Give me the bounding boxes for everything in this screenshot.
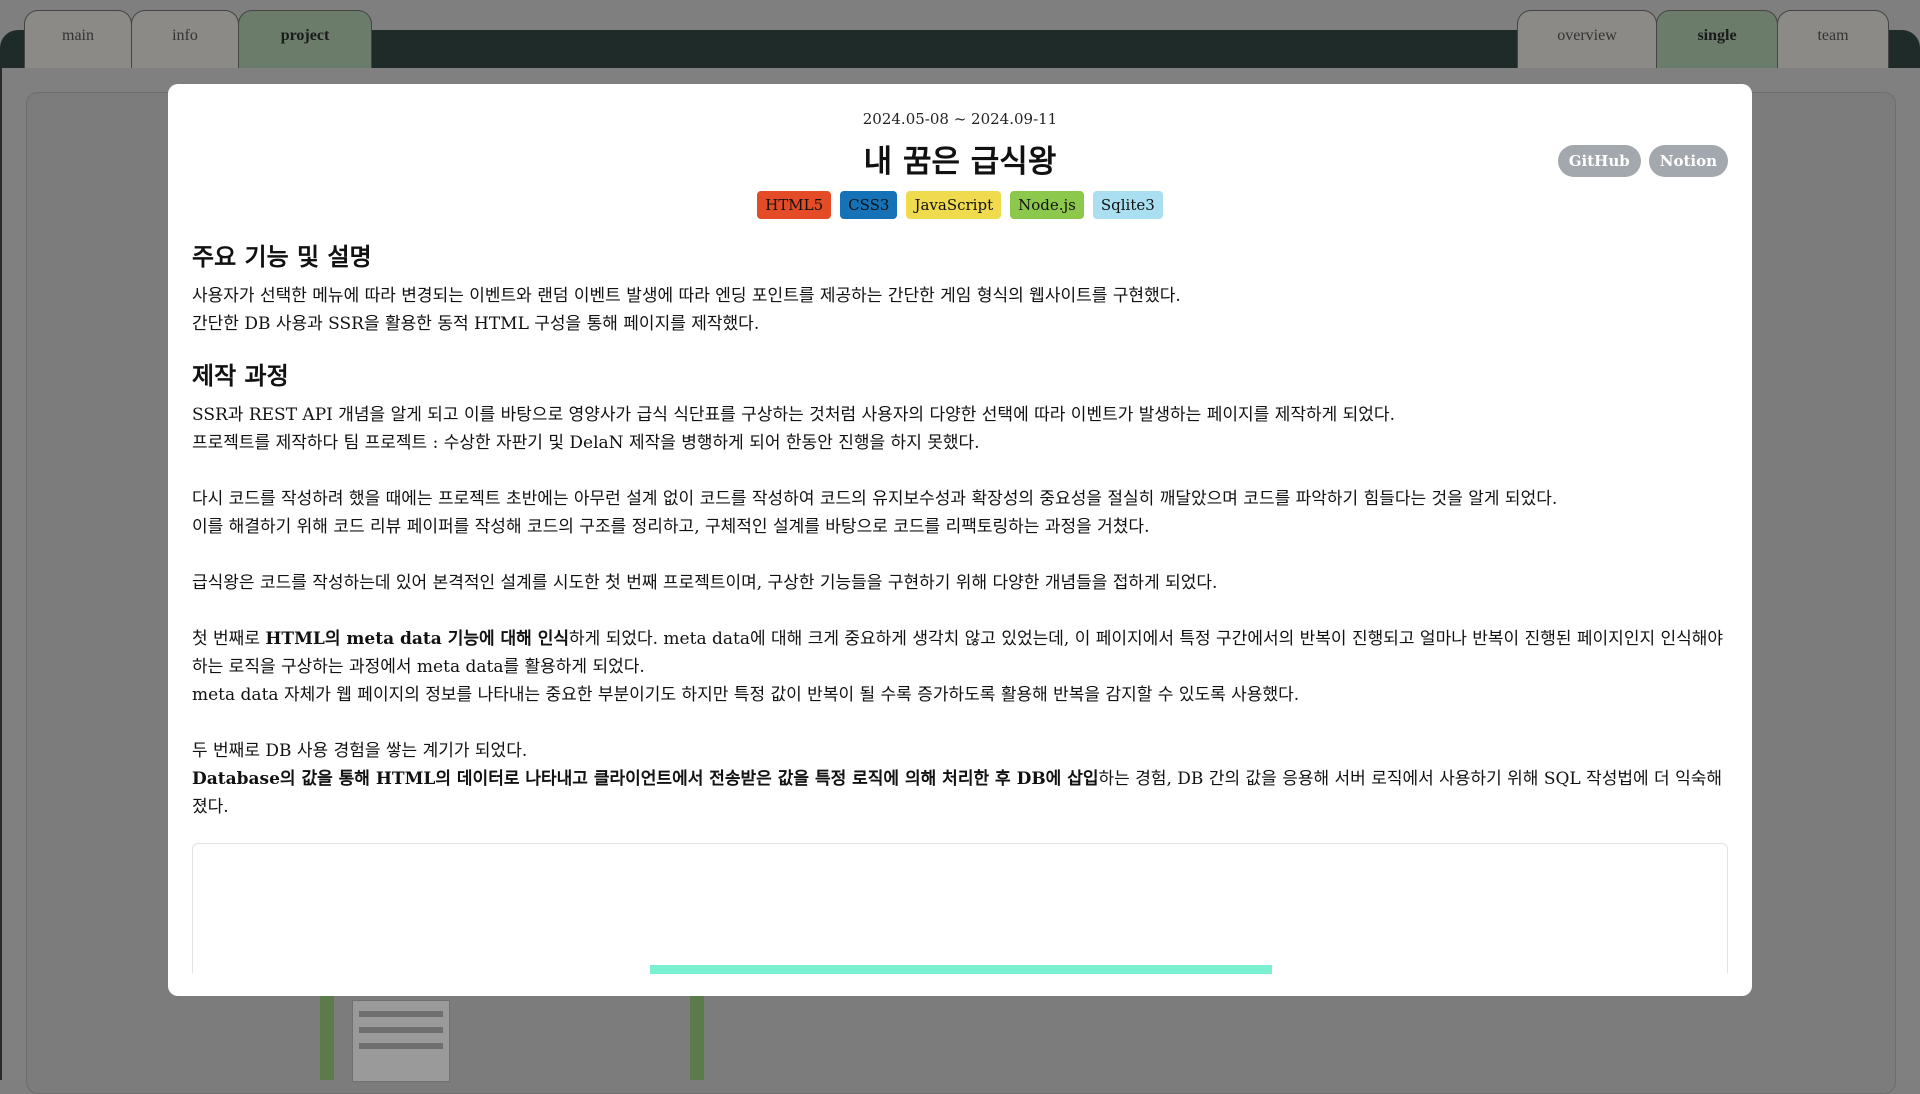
process-paragraph-meta: 첫 번째로 HTML의 meta data 기능에 대해 인식하게 되었다. m…	[192, 625, 1728, 681]
tag-javascript: JavaScript	[906, 191, 1002, 219]
section-heading-features: 주요 기능 및 설명	[192, 243, 372, 271]
tab-info[interactable]: info	[131, 10, 239, 68]
bold-text: HTML의 meta data 기능에 대해 인식	[265, 629, 570, 649]
features-line-1: 사용자가 선택한 메뉴에 따라 변경되는 이벤트와 랜덤 이벤트 발생에 따라 …	[192, 286, 1181, 306]
process-line: 급식왕은 코드를 작성하는데 있어 본격적인 설계를 시도한 첫 번째 프로젝트…	[192, 573, 1218, 593]
tab-single[interactable]: single	[1656, 10, 1778, 68]
notion-link-button[interactable]: Notion	[1648, 145, 1728, 177]
tag-sqlite3: Sqlite3	[1092, 191, 1163, 219]
tab-team[interactable]: team	[1777, 10, 1889, 68]
github-link-button[interactable]: GitHub	[1557, 145, 1641, 177]
tech-stack-tags: HTML5 CSS3 JavaScript Node.js Sqlite3	[192, 191, 1728, 219]
tag-css3: CSS3	[840, 191, 898, 219]
section-heading-process: 제작 과정	[192, 362, 289, 390]
process-paragraph-db: Database의 값을 통해 HTML의 데이터로 나타내고 클라이언트에서 …	[192, 765, 1728, 821]
main-nav-tabs: main info project	[24, 10, 372, 68]
process-line: 프로젝트를 제작하다 팀 프로젝트 : 수상한 자판기 및 DelaN 제작을 …	[192, 433, 980, 453]
tag-html5: HTML5	[757, 191, 832, 219]
tab-overview[interactable]: overview	[1517, 10, 1657, 68]
tab-main[interactable]: main	[24, 10, 132, 68]
features-line-2: 간단한 DB 사용과 SSR을 활용한 동적 HTML 구성을 통해 페이지를 …	[192, 314, 760, 334]
tab-project[interactable]: project	[238, 10, 372, 68]
bold-text: Database의 값을 통해 HTML의 데이터로 나타내고 클라이언트에서 …	[192, 769, 1099, 789]
project-links: GitHub Notion	[1557, 145, 1728, 177]
project-type-tabs: overview single team	[1517, 10, 1889, 68]
process-line: 이를 해결하기 위해 코드 리뷰 페이퍼를 작성해 코드의 구조를 정리하고, …	[192, 517, 1150, 537]
tag-nodejs: Node.js	[1010, 191, 1084, 219]
project-detail-modal: 2024.05-08 ~ 2024.09-11 내 꿈은 급식왕 GitHub …	[168, 84, 1752, 996]
process-line: meta data 자체가 웹 페이지의 정보를 나타내는 중요한 부분이기도 …	[192, 685, 1300, 705]
project-date: 2024.05-08 ~ 2024.09-11	[862, 110, 1058, 128]
process-line: SSR과 REST API 개념을 알게 되고 이를 바탕으로 영양사가 급식 …	[192, 405, 1395, 425]
process-line: 다시 코드를 작성하려 했을 때에는 프로젝트 초반에는 아무런 설계 없이 코…	[192, 489, 1558, 509]
project-title: 내 꿈은 급식왕	[863, 144, 1057, 180]
project-preview-frame[interactable]	[192, 843, 1728, 974]
background-project-thumbnail	[352, 1000, 450, 1082]
text-span: 첫 번째로	[192, 629, 266, 649]
process-line: 두 번째로 DB 사용 경험을 쌓는 계기가 되었다.	[192, 741, 528, 761]
preview-banner	[650, 965, 1272, 974]
